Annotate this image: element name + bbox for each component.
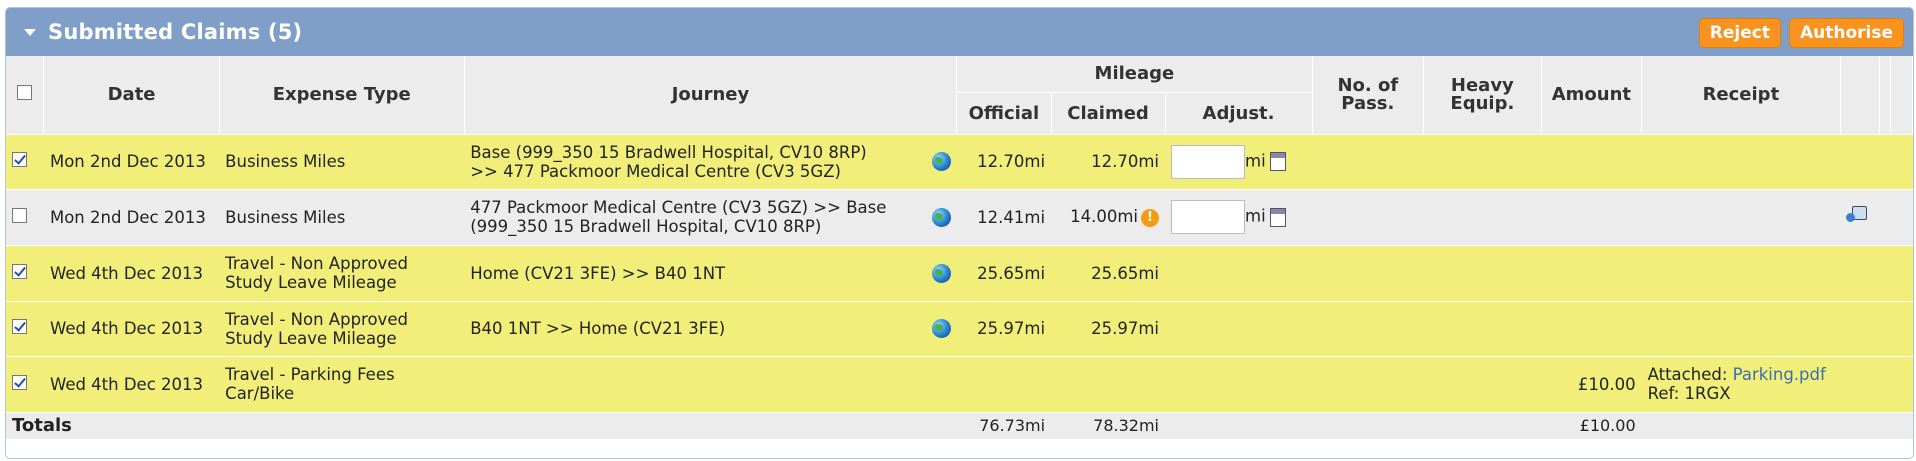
authorise-button[interactable]: Authorise xyxy=(1788,18,1904,48)
totals-label: Totals xyxy=(6,412,957,440)
adjust-unit: mi xyxy=(1245,151,1266,170)
calculator-icon[interactable] xyxy=(1269,152,1286,171)
claims-table: Date Expense Type Journey Mileage No. of… xyxy=(6,56,1913,440)
row-expense-type-line2: Car/Bike xyxy=(225,384,295,403)
row-claimed: 12.70mi xyxy=(1051,134,1165,190)
row-expense-type: Business Miles xyxy=(219,134,465,190)
table-row[interactable]: Mon 2nd Dec 2013 Business Miles Base (99… xyxy=(6,134,1913,190)
collapse-triangle-icon[interactable] xyxy=(24,28,36,36)
row-expense-type: Business Miles xyxy=(219,189,465,246)
row-date: Mon 2nd Dec 2013 xyxy=(43,134,220,190)
table-row[interactable]: Wed 4th Dec 2013 Travel - Parking Fees Ca… xyxy=(6,356,1913,413)
row-checkbox[interactable] xyxy=(12,319,27,334)
submitted-claims-panel: Submitted Claims (5) Reject Authorise Da… xyxy=(5,7,1914,459)
calculator-icon[interactable] xyxy=(1269,207,1286,227)
totals-row: Totals 76.73mi 78.32mi £10.00 xyxy=(6,412,1913,440)
row-official: 25.97mi xyxy=(956,301,1052,357)
total-official: 76.73mi xyxy=(956,412,1052,440)
row-date: Wed 4th Dec 2013 xyxy=(43,245,220,302)
row-official: 12.70mi xyxy=(956,134,1052,190)
row-expense-type-line2: Study Leave Mileage xyxy=(225,273,397,292)
globe-icon[interactable] xyxy=(931,263,951,283)
globe-icon[interactable] xyxy=(931,207,951,227)
panel-header: Submitted Claims (5) Reject Authorise xyxy=(6,8,1913,56)
row-journey-line2: (999_350 15 Bradwell Hospital, CV10 8RP) xyxy=(470,217,822,236)
row-amount: £10.00 xyxy=(1541,356,1642,413)
row-journey-line1: B40 1NT >> Home (CV21 3FE) xyxy=(470,319,726,338)
row-expense-type-line1: Travel - Parking Fees xyxy=(225,365,395,384)
receipt-file-link[interactable]: Parking.pdf xyxy=(1733,365,1826,384)
col-extra-2 xyxy=(1879,56,1891,135)
row-checkbox[interactable] xyxy=(12,207,27,223)
select-all-cell xyxy=(6,56,45,135)
receipt-ref: Ref: 1RGX xyxy=(1647,384,1731,403)
table-row[interactable]: Wed 4th Dec 2013 Travel - Non Approved St… xyxy=(6,245,1913,302)
col-receipt[interactable]: Receipt xyxy=(1641,56,1841,135)
col-adjust[interactable]: Adjust. xyxy=(1165,92,1313,135)
panel-title: Submitted Claims (5) xyxy=(48,20,303,44)
row-journey-line2: >> 477 Packmoor Medical Centre (CV3 5GZ) xyxy=(470,161,841,181)
col-no-of-pass[interactable]: No. of Pass. xyxy=(1312,56,1425,135)
total-amount: £10.00 xyxy=(1541,412,1642,440)
select-all-checkbox[interactable] xyxy=(17,85,33,101)
no-of-pass-label-2: Pass. xyxy=(1341,92,1395,114)
row-date: Wed 4th Dec 2013 xyxy=(43,356,220,413)
col-extra-1 xyxy=(1840,56,1880,135)
total-claimed: 78.32mi xyxy=(1051,412,1165,440)
col-amount[interactable]: Amount xyxy=(1541,56,1643,135)
row-expense-type-line1: Travel - Non Approved xyxy=(225,309,408,329)
row-checkbox[interactable] xyxy=(12,263,27,279)
row-claimed: 14.00mi xyxy=(1070,207,1138,227)
row-expense-type-line1: Travel - Non Approved xyxy=(225,254,408,273)
row-expense-type-line2: Study Leave Mileage xyxy=(225,328,397,348)
col-journey[interactable]: Journey xyxy=(464,56,958,135)
row-journey-line1: Base (999_350 15 Bradwell Hospital, CV10… xyxy=(470,142,867,162)
reject-button[interactable]: Reject xyxy=(1698,18,1781,48)
row-journey-line1: 477 Packmoor Medical Centre (CV3 5GZ) >>… xyxy=(470,198,887,217)
col-mileage: Mileage xyxy=(956,56,1313,93)
globe-icon[interactable] xyxy=(931,152,951,171)
row-official: 12.41mi xyxy=(956,189,1052,246)
col-expense-type[interactable]: Expense Type xyxy=(219,56,465,135)
col-claimed[interactable]: Claimed xyxy=(1051,92,1166,135)
row-date: Wed 4th Dec 2013 xyxy=(43,301,220,357)
row-checkbox[interactable] xyxy=(12,152,27,167)
row-claimed: 25.65mi xyxy=(1051,245,1165,302)
adjust-mileage-input[interactable] xyxy=(1171,200,1245,234)
row-checkbox[interactable] xyxy=(12,374,27,390)
warning-icon[interactable]: ! xyxy=(1141,208,1159,227)
heavy-equip-label-2: Equip. xyxy=(1450,92,1515,114)
globe-icon[interactable] xyxy=(931,319,951,338)
table-row[interactable]: Mon 2nd Dec 2013 Business Miles 477 Pack… xyxy=(6,189,1913,246)
col-heavy-equip[interactable]: Heavy Equip. xyxy=(1423,56,1542,135)
table-row[interactable]: Wed 4th Dec 2013 Travel - Non Approved St… xyxy=(6,301,1913,357)
row-date: Mon 2nd Dec 2013 xyxy=(43,189,220,246)
row-journey-line1: Home (CV21 3FE) >> B40 1NT xyxy=(470,263,726,283)
receipt-attached-label: Attached: xyxy=(1647,365,1728,384)
adjust-mileage-input[interactable] xyxy=(1171,144,1245,179)
row-official: 25.65mi xyxy=(956,245,1052,302)
col-date[interactable]: Date xyxy=(43,56,220,135)
col-extra-3 xyxy=(1890,56,1913,135)
receipt-upload-icon[interactable] xyxy=(1846,206,1868,224)
col-official[interactable]: Official xyxy=(956,92,1052,135)
adjust-unit: mi xyxy=(1245,206,1266,226)
row-claimed: 25.97mi xyxy=(1051,301,1165,357)
